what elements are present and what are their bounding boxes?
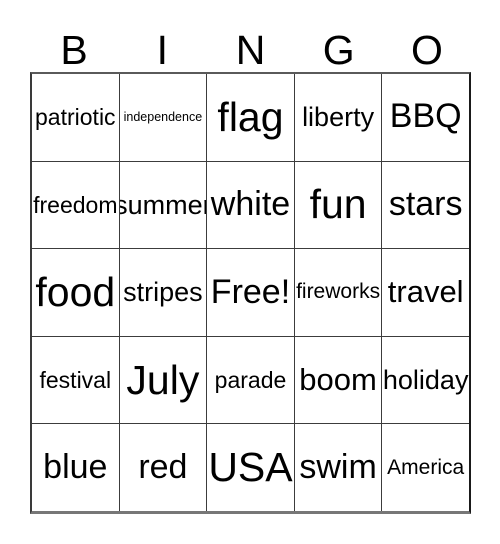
bingo-cell[interactable]: independence bbox=[119, 74, 208, 161]
header-letter-b: B bbox=[60, 27, 88, 73]
bingo-row: blue red USA swim America bbox=[32, 424, 469, 511]
bingo-cell[interactable]: holiday bbox=[382, 336, 469, 424]
bingo-cell[interactable]: white bbox=[207, 161, 295, 249]
bingo-cell[interactable]: stripes bbox=[119, 249, 208, 336]
bingo-cell[interactable]: boom bbox=[294, 336, 383, 424]
bingo-cell-label: fireworks bbox=[296, 280, 381, 304]
bingo-grid: patriotic independence flag liberty BBQ … bbox=[30, 72, 471, 514]
header-letter-o: O bbox=[410, 27, 443, 73]
bingo-cell-label: America bbox=[387, 455, 465, 479]
bingo-cell-label: BBQ bbox=[389, 97, 462, 136]
bingo-cell-label: July bbox=[126, 356, 200, 403]
bingo-cell-label: liberty bbox=[302, 102, 375, 133]
bingo-cell[interactable]: freedom bbox=[32, 161, 120, 249]
bingo-cell[interactable]: USA bbox=[207, 424, 295, 511]
header-letter-n: N bbox=[235, 27, 266, 73]
bingo-cell[interactable]: BBQ bbox=[382, 74, 469, 161]
bingo-cell[interactable]: fun bbox=[294, 161, 383, 249]
bingo-cell-label: parade bbox=[214, 367, 287, 393]
bingo-cell[interactable]: flag bbox=[207, 74, 295, 161]
bingo-cell-label: flag bbox=[217, 93, 284, 140]
bingo-cell[interactable]: liberty bbox=[294, 74, 383, 161]
bingo-cell-label: festival bbox=[39, 367, 112, 393]
bingo-cell[interactable]: travel bbox=[382, 249, 469, 336]
bingo-cell-label: summer bbox=[120, 189, 208, 220]
bingo-cell[interactable]: stars bbox=[382, 161, 469, 249]
bingo-row: patriotic independence flag liberty BBQ bbox=[32, 74, 469, 162]
bingo-cell[interactable]: America bbox=[382, 424, 469, 511]
header-letter-i: I bbox=[156, 27, 168, 73]
header-letter-g: G bbox=[322, 27, 355, 73]
bingo-cell[interactable]: fireworks bbox=[294, 249, 383, 336]
bingo-cell-label: stars bbox=[388, 185, 463, 224]
bingo-cell[interactable]: July bbox=[119, 336, 208, 424]
bingo-row: freedom summer white fun stars bbox=[32, 161, 469, 250]
bingo-cell-label: holiday bbox=[382, 364, 469, 395]
bingo-cell-label: travel bbox=[387, 274, 464, 310]
bingo-row: festival July parade boom holiday bbox=[32, 336, 469, 425]
bingo-row: food stripes Free! fireworks travel bbox=[32, 249, 469, 337]
bingo-cell[interactable]: patriotic bbox=[32, 74, 120, 161]
bingo-cell-label: blue bbox=[43, 447, 108, 486]
bingo-cell-label: white bbox=[210, 185, 291, 224]
bingo-cell-label: freedom bbox=[33, 191, 118, 218]
bingo-cell-label: fun bbox=[309, 181, 367, 228]
bingo-cell-label: Free! bbox=[210, 272, 291, 311]
bingo-cell[interactable]: swim bbox=[294, 424, 383, 511]
bingo-cell-label: USA bbox=[208, 444, 293, 491]
bingo-cell-label: boom bbox=[299, 361, 377, 397]
bingo-cell-label: food bbox=[35, 268, 116, 315]
bingo-cell-label: red bbox=[138, 447, 188, 486]
bingo-header-row: B I N G O bbox=[30, 22, 471, 72]
bingo-cell[interactable]: food bbox=[32, 249, 120, 336]
bingo-cell-label: swim bbox=[299, 447, 377, 486]
bingo-card: B I N G O patriotic independence flag li… bbox=[0, 0, 500, 544]
bingo-cell[interactable]: parade bbox=[207, 336, 295, 424]
bingo-cell-label: independence bbox=[123, 109, 203, 124]
bingo-cell[interactable]: festival bbox=[32, 336, 120, 424]
bingo-cell-label: stripes bbox=[123, 277, 203, 308]
bingo-cell[interactable]: summer bbox=[119, 161, 208, 249]
bingo-cell-free[interactable]: Free! bbox=[207, 249, 295, 336]
bingo-cell[interactable]: blue bbox=[32, 424, 120, 511]
bingo-cell[interactable]: red bbox=[119, 424, 208, 511]
bingo-cell-label: patriotic bbox=[35, 104, 116, 131]
